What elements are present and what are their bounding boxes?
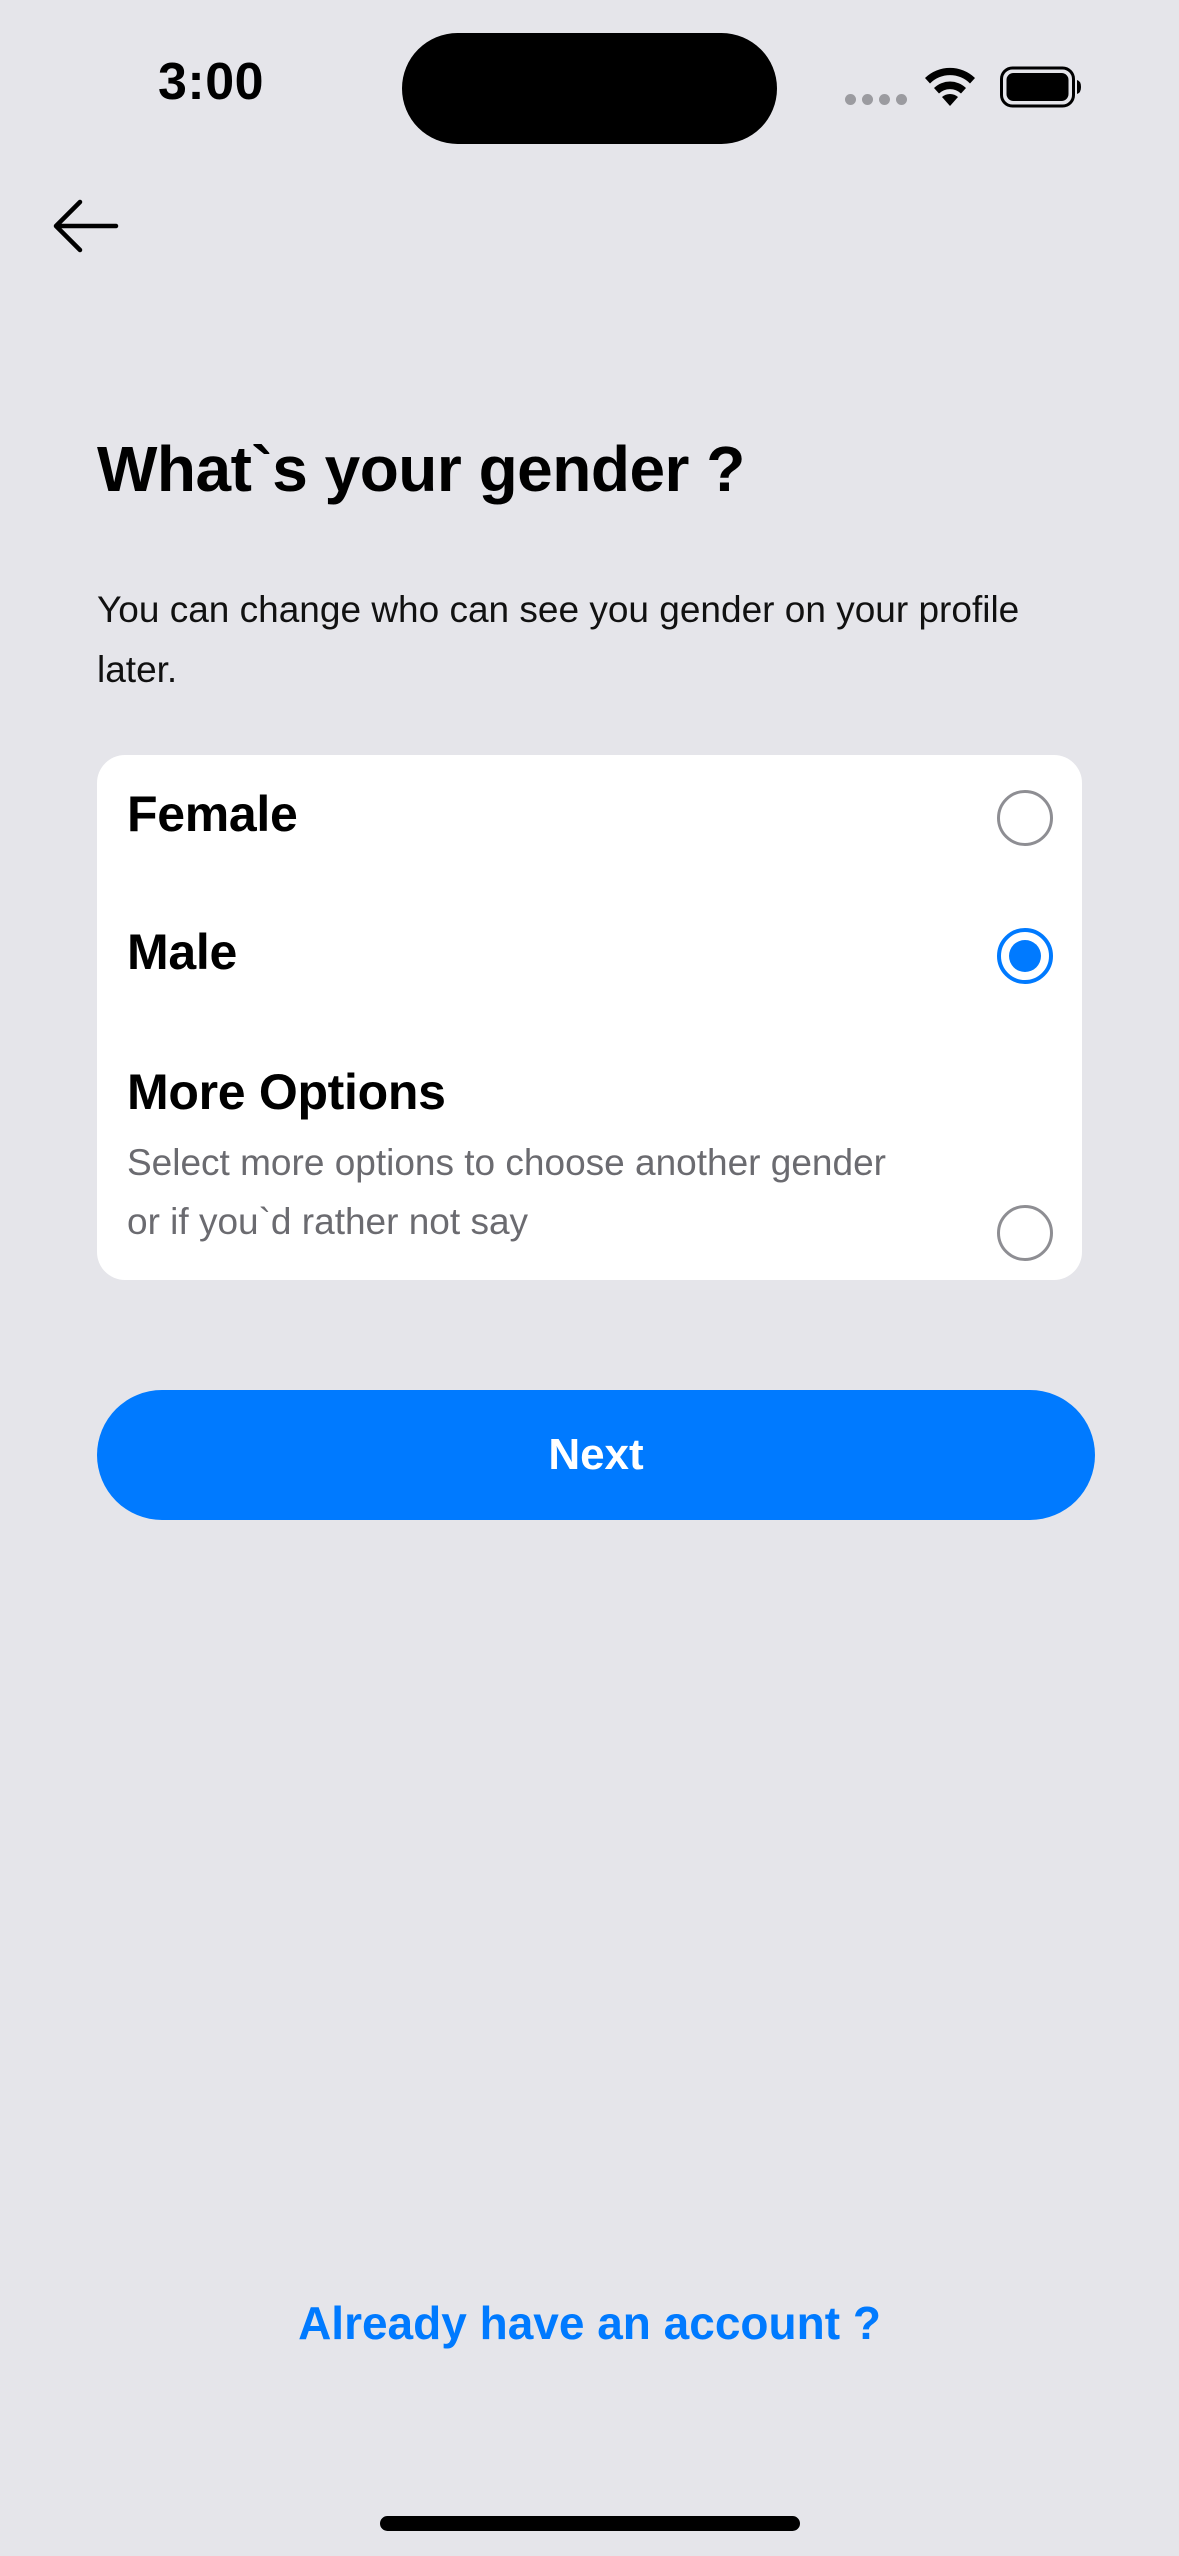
already-have-account-link[interactable]: Already have an account ? xyxy=(0,2296,1179,2350)
dynamic-island xyxy=(402,33,777,144)
page-subtitle: You can change who can see you gender on… xyxy=(97,589,1020,690)
radio-more-options[interactable] xyxy=(997,1205,1053,1261)
radio-female[interactable] xyxy=(997,790,1053,846)
wifi-icon xyxy=(925,67,975,106)
option-more-options[interactable]: More Options Select more options to choo… xyxy=(97,1033,1082,1280)
status-time: 3:00 xyxy=(158,53,265,111)
option-description: Select more options to choose another ge… xyxy=(127,1142,886,1242)
option-male[interactable]: Male xyxy=(97,893,1082,1033)
cellular-signal-icon xyxy=(845,94,907,105)
arrow-left-icon xyxy=(53,199,119,253)
option-label: Female xyxy=(127,786,298,842)
next-button[interactable]: Next xyxy=(97,1390,1095,1520)
option-label: More Options xyxy=(127,1064,446,1120)
option-label: Male xyxy=(127,924,237,980)
back-button[interactable] xyxy=(50,196,122,256)
home-indicator xyxy=(380,2516,800,2531)
gender-options-card: Female Male More Options Select more opt… xyxy=(97,755,1082,1280)
radio-male[interactable] xyxy=(997,928,1053,984)
option-female[interactable]: Female xyxy=(97,755,1082,893)
battery-icon xyxy=(1000,66,1081,108)
page-title: What`s your gender ? xyxy=(97,433,745,505)
